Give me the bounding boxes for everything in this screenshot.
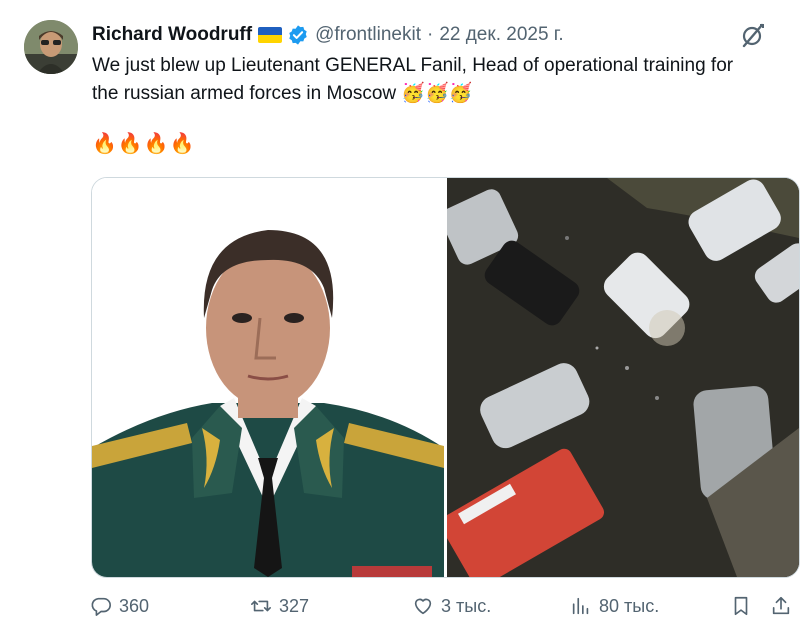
tweet-text-line-2: the russian armed forces in Moscow 🥳🥳🥳 [92,80,792,108]
reply-icon [91,597,111,616]
retweet-button[interactable]: 327 [250,595,309,617]
avatar-image [24,20,78,74]
tweet-text-line-2-text: the russian armed forces in Moscow [92,83,397,104]
views-icon [572,597,589,615]
tweet-header: Richard Woodruff @frontlinekit · 22 дек.… [92,20,780,50]
portrait-illustration [92,178,444,577]
views-count: 80 тыс. [599,595,660,616]
heart-icon [414,598,432,615]
scene-illustration [439,178,799,577]
share-button[interactable] [770,595,792,617]
general-portrait-photo[interactable] [92,178,447,577]
grok-icon[interactable] [740,22,766,48]
avatar[interactable] [24,20,78,74]
explosion-scene-photo[interactable] [439,178,799,577]
retweet-icon [251,600,271,612]
tweet-text: We just blew up Lieutenant GENERAL Fanil… [92,52,792,108]
ukraine-flag-icon [258,27,283,43]
like-count: 3 тыс. [441,595,492,616]
tweet-media[interactable] [91,177,800,578]
bookmark-button[interactable] [730,595,752,617]
verified-badge-icon [289,25,307,45]
tweet-date[interactable]: 22 дек. 2025 г. [439,24,563,46]
party-face-emojis: 🥳🥳🥳 [401,83,473,104]
bookmark-icon [734,596,748,616]
like-button[interactable]: 3 тыс. [412,595,491,617]
share-icon [772,596,790,615]
tweet-actions: 360 327 3 тыс. 80 тыс. [90,590,795,622]
author-handle[interactable]: @frontlinekit [315,24,421,46]
fire-emojis: 🔥🔥🔥🔥 [92,133,196,155]
tweet: Richard Woodruff @frontlinekit · 22 дек.… [0,0,800,638]
tweet-text-line-1: We just blew up Lieutenant GENERAL Fanil… [92,55,734,76]
views-button[interactable]: 80 тыс. [570,595,659,617]
author-name[interactable]: Richard Woodruff [92,24,252,46]
separator-dot: · [426,24,434,45]
reply-button[interactable]: 360 [90,595,149,617]
retweet-count: 327 [279,595,310,616]
reply-count: 360 [119,595,150,616]
